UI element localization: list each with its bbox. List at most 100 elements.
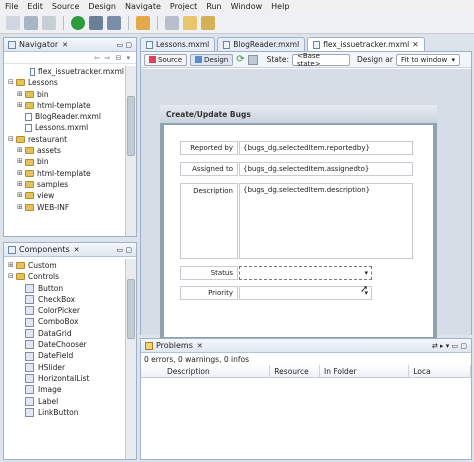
- new-file-icon[interactable]: [6, 16, 20, 30]
- problems-column-header[interactable]: Loca: [409, 365, 471, 378]
- twisty-icon[interactable]: ⊟: [8, 271, 16, 282]
- navigator-item-label: restaurant: [28, 134, 68, 144]
- twisty-icon[interactable]: ⊞: [17, 145, 25, 156]
- twisty-icon[interactable]: ⊟: [8, 134, 16, 145]
- components-tree[interactable]: ⊞ Custom ⊟ Controls Button CheckBox ColorPicke…: [6, 260, 124, 458]
- layout-icon[interactable]: [247, 54, 258, 65]
- menu-item-window[interactable]: Window: [231, 2, 263, 11]
- run-icon[interactable]: [71, 16, 85, 30]
- components-tree-item[interactable]: ⊟ Controls: [6, 271, 124, 282]
- description-field[interactable]: {bugs_dg.selectedItem.description}: [239, 183, 413, 259]
- navigator-tree-item[interactable]: ⊟ restaurant: [6, 134, 124, 145]
- debug-icon[interactable]: [89, 16, 103, 30]
- toolbar-divider: [157, 16, 158, 30]
- components-tree-item[interactable]: ColorPicker: [6, 305, 124, 316]
- menu-item-project[interactable]: Project: [170, 2, 197, 11]
- status-combobox[interactable]: ▾: [239, 266, 372, 280]
- component-icon: [25, 328, 34, 338]
- menu-item-navigate[interactable]: Navigate: [125, 2, 161, 11]
- assigned-to-field[interactable]: {bugs_dg.selectedItem.assignedto}: [239, 162, 413, 176]
- close-icon[interactable]: ✕: [412, 40, 418, 49]
- menu-item-source[interactable]: Source: [52, 2, 79, 11]
- twisty-icon[interactable]: ⊞: [17, 89, 25, 100]
- components-item-label: ColorPicker: [38, 306, 80, 316]
- navigator-tree-item[interactable]: ⊞ assets: [6, 145, 124, 156]
- editor-tab[interactable]: BlogReader.mxml: [217, 37, 306, 51]
- navigator-tree-item[interactable]: ⊞ WEB-INF: [6, 202, 124, 213]
- navigator-tree-item[interactable]: ⊞ bin: [6, 89, 124, 100]
- design-mode-button[interactable]: Design: [190, 53, 234, 66]
- menu-item-design[interactable]: Design: [88, 2, 116, 11]
- twisty-icon[interactable]: ⊞: [8, 260, 16, 271]
- navigator-tree-item[interactable]: ⊞ html-template: [6, 168, 124, 179]
- folder-icon: [25, 90, 34, 98]
- close-icon[interactable]: ✕: [62, 41, 68, 49]
- navigator-tree-item[interactable]: ⊟ Lessons: [6, 77, 124, 88]
- components-scroll-thumb[interactable]: [127, 279, 135, 339]
- search-icon[interactable]: [136, 16, 150, 30]
- navigator-tree-item[interactable]: ⊞ html-template: [6, 100, 124, 111]
- view-menu-icon[interactable]: ⇄ ▸ ▾ ▭ ▢: [432, 342, 467, 350]
- menu-icon[interactable]: ▾: [126, 54, 130, 62]
- back-icon[interactable]: [165, 16, 179, 30]
- navigator-tree-item[interactable]: ⊞ view: [6, 190, 124, 201]
- components-tree-item[interactable]: DateChooser: [6, 339, 124, 350]
- navigator-tree-item[interactable]: flex_issuetracker.mxml: [6, 66, 124, 77]
- minimize-icon[interactable]: ▭ ▢: [117, 41, 132, 49]
- refresh-icon[interactable]: ⟳: [236, 54, 244, 65]
- twisty-icon[interactable]: ⊞: [17, 179, 25, 190]
- reported-by-label: Reported by: [180, 141, 238, 155]
- components-tree-item[interactable]: LinkButton: [6, 407, 124, 418]
- twisty-icon[interactable]: ⊞: [17, 168, 25, 179]
- reported-by-field[interactable]: {bugs_dg.selectedItem.reportedby}: [239, 141, 413, 155]
- twisty-icon[interactable]: ⊞: [17, 202, 25, 213]
- close-icon[interactable]: ✕: [74, 246, 80, 254]
- problems-column-header[interactable]: Resource: [270, 365, 320, 378]
- components-tree-item[interactable]: HorizontalList: [6, 373, 124, 384]
- priority-combobox[interactable]: ▾: [239, 286, 372, 300]
- menu-item-file[interactable]: File: [5, 2, 18, 11]
- components-tree-item[interactable]: Button: [6, 283, 124, 294]
- forward-icon[interactable]: [183, 16, 197, 30]
- editor-tab[interactable]: flex_issuetracker.mxml ✕: [307, 37, 425, 51]
- twisty-icon[interactable]: ⊞: [17, 190, 25, 201]
- components-tree-item[interactable]: ComboBox: [6, 316, 124, 327]
- components-tree-item[interactable]: ⊞ Custom: [6, 260, 124, 271]
- state-dropdown[interactable]: <Base state>: [292, 52, 350, 68]
- menu-item-run[interactable]: Run: [206, 2, 221, 11]
- close-icon[interactable]: ✕: [197, 342, 203, 350]
- editor-tab[interactable]: Lessons.mxml: [140, 37, 216, 51]
- navigator-scroll-thumb[interactable]: [127, 96, 135, 156]
- problems-column-header[interactable]: In Folder: [319, 365, 410, 378]
- twisty-icon[interactable]: ⊟: [8, 77, 16, 88]
- navigator-tree-item[interactable]: Lessons.mxml: [6, 122, 124, 133]
- navigator-tree-item[interactable]: ⊞ samples: [6, 179, 124, 190]
- forward-arrow-icon[interactable]: ⇨: [105, 54, 111, 62]
- print-icon[interactable]: [42, 16, 56, 30]
- navigator-scrollbar[interactable]: [125, 66, 136, 236]
- zoom-dropdown[interactable]: Fit to window ▾: [395, 53, 460, 66]
- components-tree-item[interactable]: Image: [6, 384, 124, 395]
- components-tree-item[interactable]: DateField: [6, 350, 124, 361]
- collapse-icon[interactable]: ⊟: [116, 54, 122, 62]
- components-scrollbar[interactable]: [125, 259, 136, 459]
- minimize-icon[interactable]: ▭ ▢: [117, 246, 132, 254]
- problems-column-header[interactable]: Description: [141, 365, 271, 378]
- components-tree-item[interactable]: CheckBox: [6, 294, 124, 305]
- source-mode-button[interactable]: Source: [144, 53, 188, 66]
- back-arrow-icon[interactable]: ⇦: [94, 54, 100, 62]
- twisty-icon[interactable]: ⊞: [17, 100, 25, 111]
- navigator-tree-item[interactable]: ⊞ bin: [6, 156, 124, 167]
- next-annotation-icon[interactable]: [201, 16, 215, 30]
- components-tree-item[interactable]: HSlider: [6, 362, 124, 373]
- twisty-icon[interactable]: ⊞: [17, 156, 25, 167]
- form-panel[interactable]: Create/Update Bugs Reported by {bugs_dg.…: [160, 105, 437, 341]
- profile-icon[interactable]: [107, 16, 121, 30]
- menu-item-help[interactable]: Help: [271, 2, 289, 11]
- components-tree-item[interactable]: DataGrid: [6, 328, 124, 339]
- components-tree-item[interactable]: Label: [6, 396, 124, 407]
- navigator-tree[interactable]: flex_issuetracker.mxml ⊟ Lessons ⊞ bin ⊞ html-…: [6, 66, 124, 234]
- menu-item-edit[interactable]: Edit: [27, 2, 43, 11]
- save-icon[interactable]: [24, 16, 38, 30]
- navigator-tree-item[interactable]: BlogReader.mxml: [6, 111, 124, 122]
